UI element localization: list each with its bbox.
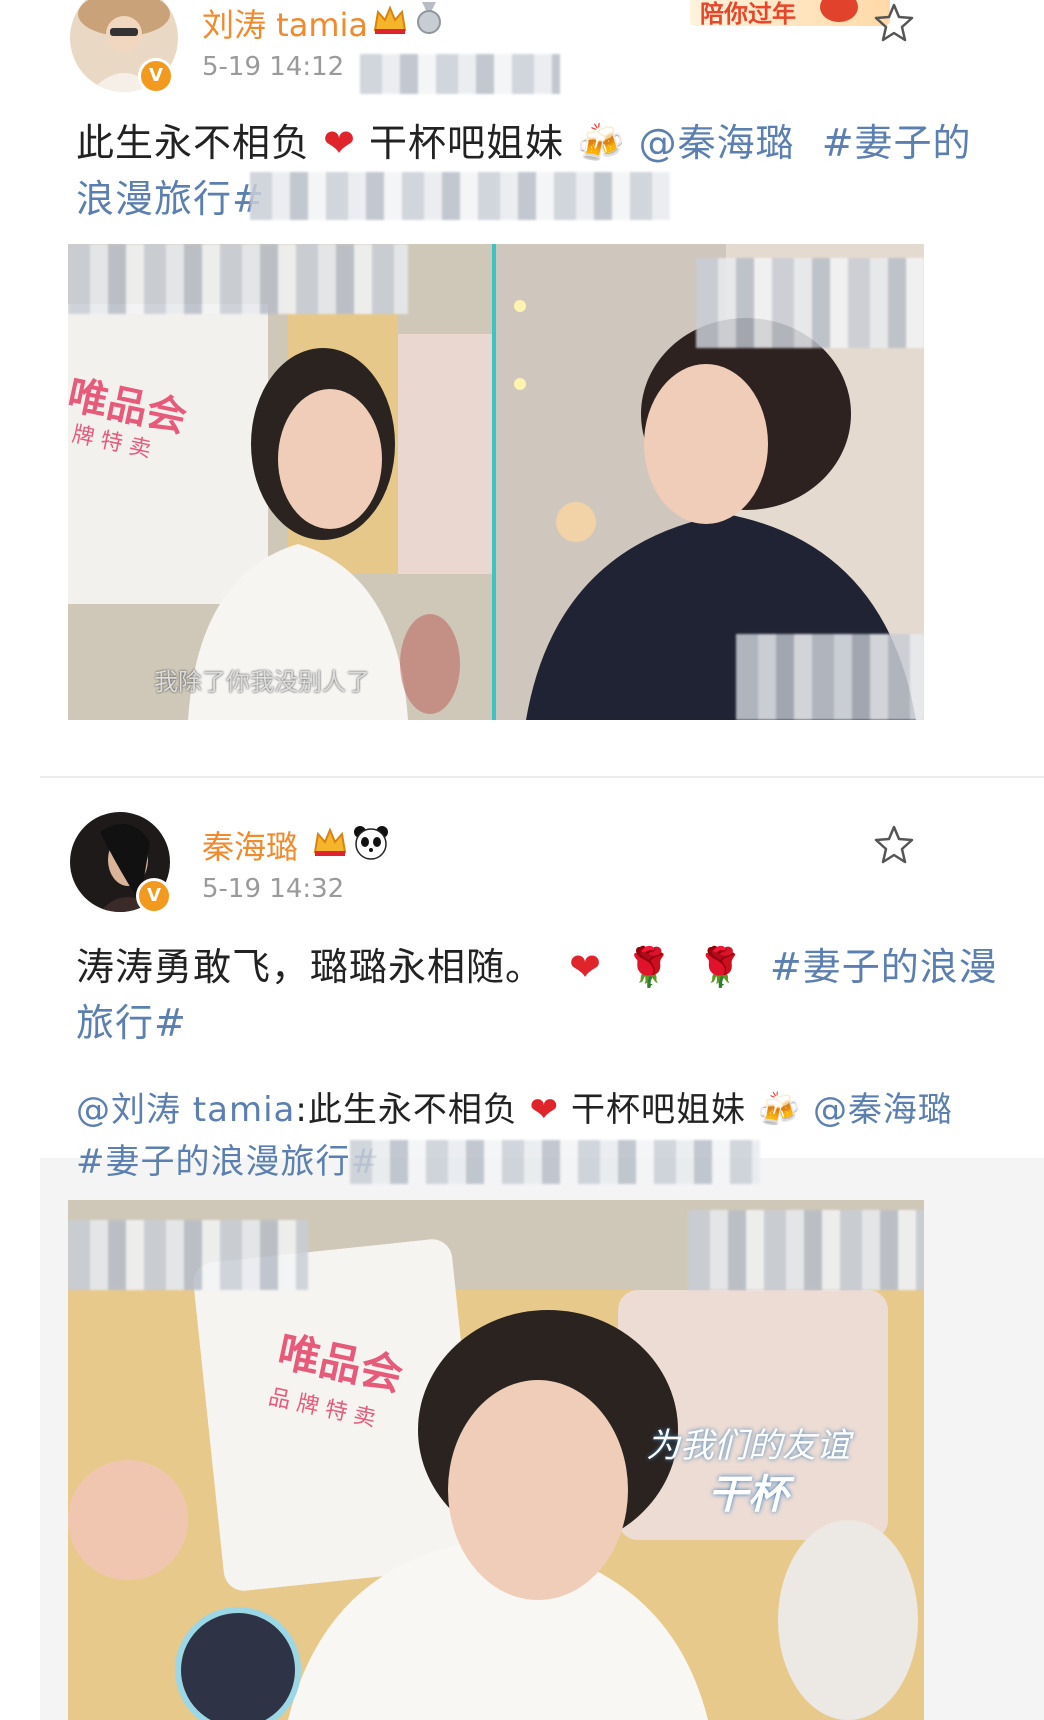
post-divider [40, 776, 1044, 778]
post-text-segment: 此生永不相负 [76, 121, 311, 165]
post-text-segment: 涛涛勇敢飞，璐璐永相随。 [76, 945, 545, 989]
post-text-line-1: 此生永不相负 ❤ 干杯吧姐妹 🍻 @秦海璐 #妻子的 [76, 112, 972, 167]
star-icon[interactable] [874, 824, 914, 864]
post-image-right[interactable] [496, 244, 924, 720]
repost-text-segment: 干杯吧姐妹 [570, 1090, 746, 1130]
crown-icon [373, 5, 407, 34]
post-time: 5-19 14:12 [202, 52, 345, 82]
mention-link[interactable]: @秦海璐 [813, 1090, 953, 1130]
hashtag-link[interactable]: #妻子的 [822, 121, 972, 165]
repost-text-segment: :此生永不相负 [295, 1090, 518, 1130]
video-caption-line-1: 为我们的友谊 [646, 1426, 850, 1466]
post-image-left[interactable]: 我除了你我没别人了 唯品会 牌 特 卖 [68, 244, 492, 720]
blurred-text [250, 172, 670, 220]
beer-icon: 🍻 [577, 121, 626, 165]
post-text-line-2[interactable]: 浪漫旅行# [76, 168, 265, 223]
blurred-source [360, 54, 560, 94]
post-time: 5-19 14:32 [202, 874, 345, 904]
promo-banner-text: 陪你过年 [700, 0, 796, 28]
post-card-1: V 刘涛 tamia 5-19 14:12 陪你过年 此生永不相负 ❤ 干杯吧姐… [0, 0, 1044, 840]
video-caption-line-2: 干杯 [708, 1472, 788, 1518]
blurred-text [350, 1140, 760, 1184]
heart-icon: ❤ [323, 121, 356, 165]
medal-icon [417, 2, 441, 34]
hashtag-link[interactable]: #妻子的浪漫 [770, 945, 998, 989]
crown-icon [313, 827, 347, 856]
star-icon[interactable] [874, 2, 914, 42]
mention-link[interactable]: @秦海璐 [639, 121, 795, 165]
post-text-line-1: 涛涛勇敢飞，璐璐永相随。 ❤ 🌹 🌹 #妻子的浪漫 [76, 936, 998, 991]
repost-text-line-1: @刘涛 tamia:此生永不相负 ❤ 干杯吧姐妹 🍻 @秦海璐 [76, 1082, 953, 1131]
blurred-watermark [688, 1210, 924, 1290]
author-name[interactable]: 刘涛 tamia [202, 0, 368, 46]
rose-icon: 🌹 [625, 945, 674, 989]
post-text-segment: 干杯吧姐妹 [369, 121, 565, 165]
blurred-watermark [68, 244, 408, 314]
mention-link[interactable]: @刘涛 tamia [76, 1090, 295, 1130]
blurred-watermark [68, 1220, 308, 1290]
repost-image[interactable]: 唯品会 品 牌 特 卖 为我们的友谊 干杯 [68, 1200, 924, 1720]
rose-icon: 🌹 [696, 945, 745, 989]
heart-icon: ❤ [529, 1090, 560, 1130]
promo-banner[interactable]: 陪你过年 [690, 0, 890, 28]
verified-icon: V [138, 58, 174, 94]
blurred-watermark [736, 634, 924, 720]
beer-icon: 🍻 [757, 1090, 802, 1130]
verified-icon: V [136, 878, 172, 914]
panda-icon [354, 826, 388, 860]
lantern-icon [820, 0, 858, 22]
author-name[interactable]: 秦海璐 [202, 822, 298, 868]
post-text-line-2[interactable]: 旅行# [76, 992, 187, 1047]
blurred-watermark [696, 258, 924, 348]
video-subtitle: 我除了你我没别人了 [154, 668, 370, 696]
repost-text-line-2[interactable]: #妻子的浪漫旅行# [76, 1134, 380, 1183]
heart-icon: ❤ [569, 945, 602, 989]
